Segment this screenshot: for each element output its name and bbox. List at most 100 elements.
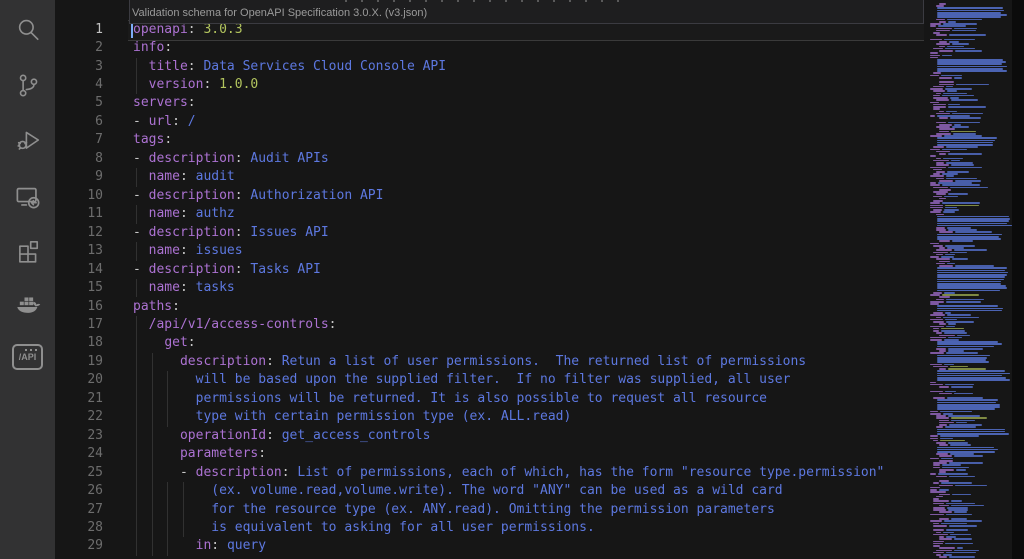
line-number[interactable]: 2 [55, 39, 103, 57]
line-number[interactable]: 29 [55, 537, 103, 555]
code-line-29[interactable]: in: query [133, 537, 266, 555]
code-line-9[interactable]: name: audit [133, 168, 235, 186]
minimap-line [930, 473, 936, 475]
line-number[interactable]: 1 [55, 21, 103, 39]
line-number[interactable]: 20 [55, 371, 103, 389]
minimap[interactable] [928, 0, 1012, 559]
code-line-27[interactable]: for the resource type (ex. ANY.read). Om… [133, 501, 775, 519]
line-number[interactable]: 13 [55, 242, 103, 260]
code-token: / [187, 113, 196, 129]
code-line-13[interactable]: name: issues [133, 242, 243, 260]
minimap-line [952, 493, 972, 496]
line-number[interactable]: 26 [55, 482, 103, 500]
line-number[interactable]: 9 [55, 168, 103, 186]
activity-source-control-button[interactable] [0, 61, 55, 109]
line-number[interactable]: 10 [55, 187, 103, 205]
code-line-25[interactable]: - description: List of permissions, each… [133, 464, 884, 482]
code-line-26[interactable]: (ex. volume.read,volume.write). The word… [133, 482, 782, 500]
line-number[interactable]: 21 [55, 390, 103, 408]
line-number[interactable]: 8 [55, 150, 103, 168]
code-line-12[interactable]: - description: Issues API [133, 224, 329, 242]
minimap-line [937, 278, 1004, 281]
minimap-line [930, 513, 944, 516]
line-number[interactable]: 24 [55, 445, 103, 463]
minimap-line [945, 146, 978, 148]
code-token: - [133, 113, 149, 129]
code-token: name [148, 280, 180, 296]
code-line-22[interactable]: type with certain permission type (ex. A… [133, 408, 572, 426]
code-line-21[interactable]: permissions will be returned. It is also… [133, 390, 767, 408]
code-token: : [179, 169, 196, 185]
minimap-line [937, 267, 1008, 269]
minimap-line [939, 81, 955, 83]
activity-remote-explorer-button[interactable] [0, 172, 55, 220]
code-line-20[interactable]: will be based upon the supplied filter. … [133, 371, 791, 389]
code-line-17[interactable]: /api/v1/access-controls: [133, 316, 337, 334]
line-number[interactable]: 19 [55, 353, 103, 371]
line-number[interactable]: 18 [55, 334, 103, 352]
line-number[interactable]: 28 [55, 519, 103, 537]
code-token: - [133, 261, 149, 277]
line-number[interactable]: 25 [55, 464, 103, 482]
code-line-11[interactable]: name: authz [133, 205, 235, 223]
activity-extensions-button[interactable] [0, 227, 55, 275]
line-number[interactable]: 6 [55, 113, 103, 131]
activity-openapi-button[interactable]: /API [0, 333, 55, 381]
line-number[interactable]: 4 [55, 76, 103, 94]
code-line-7[interactable]: tags: [133, 131, 172, 149]
minimap-line [949, 34, 987, 36]
code-token: name [148, 243, 180, 259]
activity-debug-button[interactable] [0, 116, 55, 164]
line-number[interactable]: 16 [55, 298, 103, 316]
minimap-line [930, 520, 942, 523]
code-line-16[interactable]: paths: [133, 298, 180, 316]
code-token: /api/v1/access-controls [148, 316, 329, 332]
code-token: audit [195, 169, 235, 185]
minimap-line [942, 202, 980, 204]
code-line-28[interactable]: is equivalent to asking for all user per… [133, 519, 595, 537]
minimap-line [936, 531, 941, 534]
minimap-line [939, 444, 949, 446]
minimap-line [936, 316, 942, 319]
line-number[interactable]: 17 [55, 316, 103, 334]
activity-search-button[interactable] [0, 6, 55, 54]
line-number[interactable]: 3 [55, 58, 103, 76]
line-number[interactable]: 12 [55, 224, 103, 242]
minimap-line [939, 538, 953, 540]
code-line-2[interactable]: info: [133, 39, 172, 57]
code-line-5[interactable]: servers: [133, 94, 196, 112]
code-line-6[interactable]: - url: / [133, 113, 196, 131]
code-token: - [133, 187, 149, 203]
code-line-3[interactable]: title: Data Services Cloud Console API [133, 58, 446, 76]
line-number[interactable]: 27 [55, 501, 103, 519]
code-line-19[interactable]: description: Retun a list of user permis… [133, 353, 806, 371]
line-number[interactable]: 7 [55, 131, 103, 149]
code-token: : [179, 206, 196, 222]
line-number[interactable]: 14 [55, 261, 103, 279]
line-number[interactable]: 11 [55, 205, 103, 223]
code-line-15[interactable]: name: tasks [133, 279, 235, 297]
minimap-line [936, 249, 952, 251]
code-line-10[interactable]: - description: Authorization API [133, 187, 383, 205]
activity-docker-button[interactable] [0, 280, 55, 328]
code-token: : [234, 261, 251, 277]
editor-pane[interactable]: 1 2 3 4 5 6 7 8 9 10 11 12 13 14 15 16 17 18 19 20 21 22 23 24 2… [55, 0, 1024, 559]
line-number[interactable]: 15 [55, 279, 103, 297]
line-number[interactable]: 5 [55, 94, 103, 112]
minimap-line [930, 390, 943, 393]
line-number[interactable]: 23 [55, 427, 103, 445]
code-token: : [179, 243, 196, 259]
code-line-8[interactable]: - description: Audit APIs [133, 150, 329, 168]
code-line-4[interactable]: version: 1.0.0 [133, 76, 259, 94]
line-number[interactable]: 22 [55, 408, 103, 426]
code-line-18[interactable]: get: [133, 334, 195, 352]
minimap-line [933, 482, 940, 484]
code-line-23[interactable]: operationId: get_access_controls [133, 427, 430, 445]
minimap-line [944, 542, 973, 545]
minimap-line [930, 166, 946, 169]
search-icon [18, 19, 39, 41]
code-line-24[interactable]: parameters: [133, 445, 266, 463]
code-line-14[interactable]: - description: Tasks API [133, 261, 321, 279]
